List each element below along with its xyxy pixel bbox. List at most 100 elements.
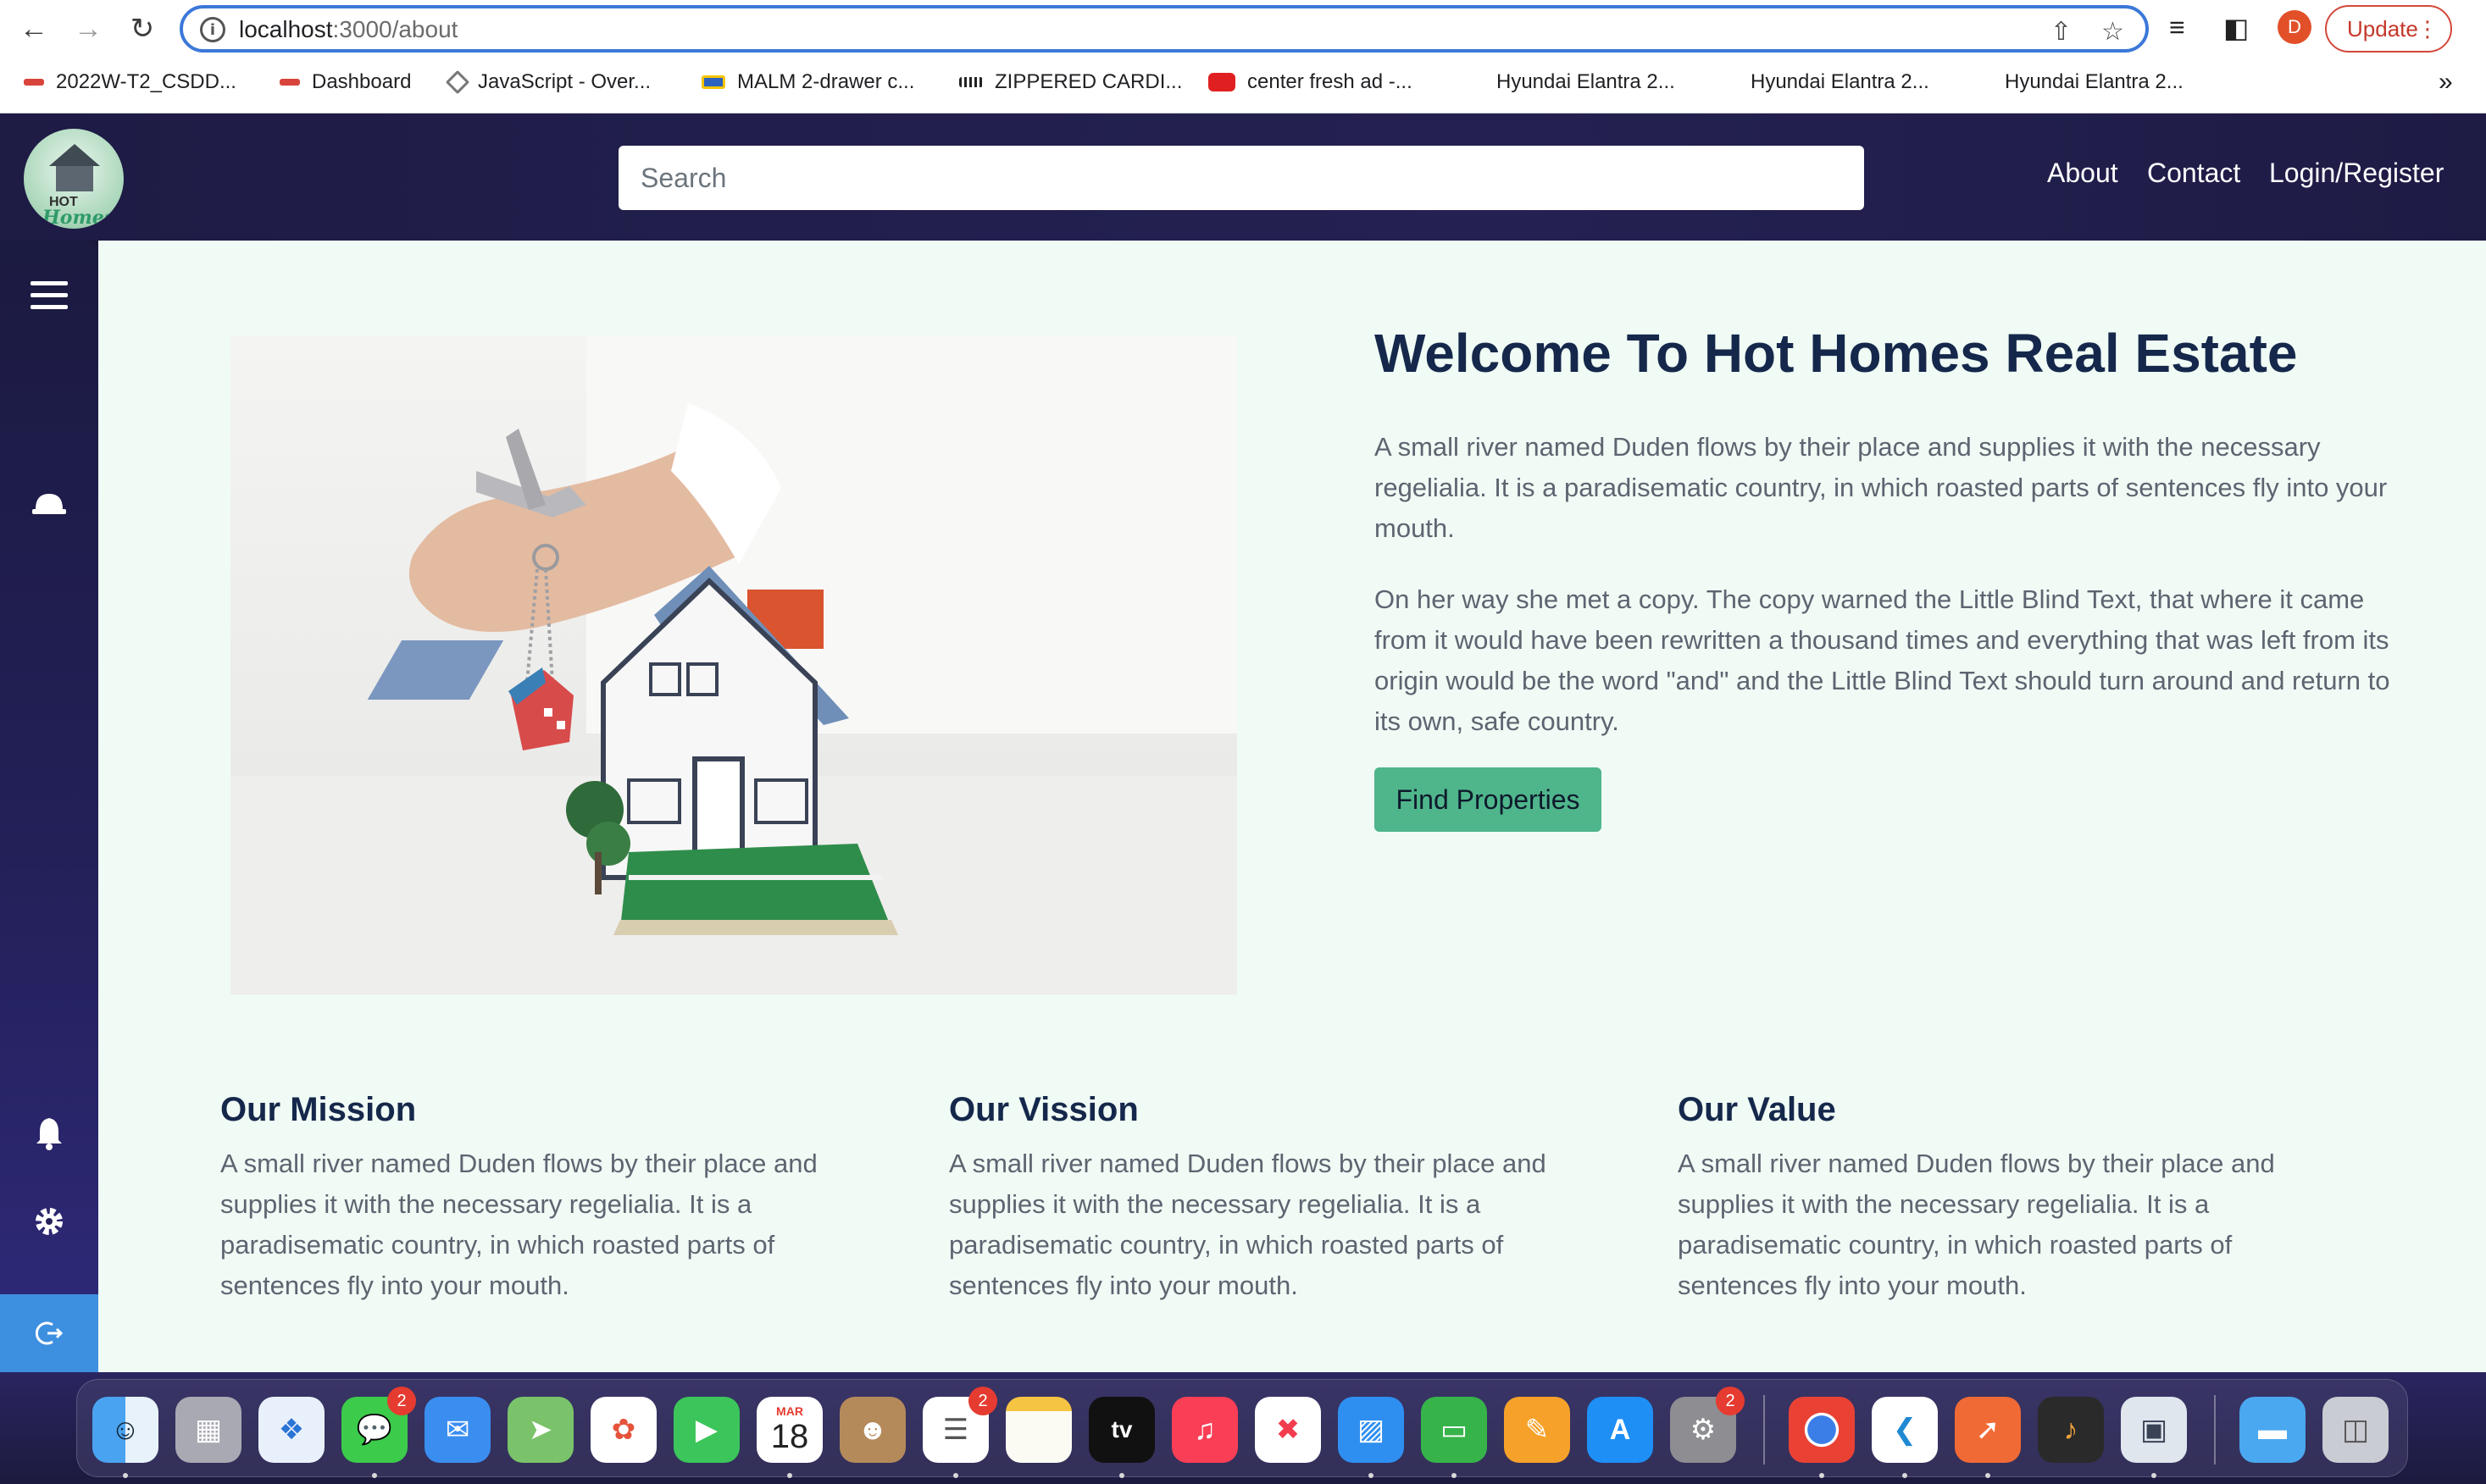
bookmark-label: 2022W-T2_CSDD...	[56, 70, 236, 93]
launchpad-icon[interactable]: ▦	[175, 1397, 241, 1463]
bookmark-item[interactable]: MALM 2-drawer c...	[702, 64, 914, 100]
nav-login-register-link[interactable]: Login/Register	[2269, 158, 2444, 189]
browser-chrome: ← → ↻ i localhost:3000/about ⇧ ☆ ≡ ◧ D U…	[0, 0, 2486, 114]
messages-icon[interactable]: 💬 2	[341, 1387, 416, 1463]
bookmark-item[interactable]: Hyundai Elantra 2...	[2005, 64, 2184, 100]
hot-homes-logo[interactable]: HOT Homes	[24, 129, 124, 229]
running-indicator	[1451, 1473, 1457, 1478]
photos-icon[interactable]: ✿	[591, 1397, 657, 1463]
notes-icon[interactable]	[1006, 1397, 1072, 1463]
url-path: :3000/about	[332, 16, 458, 42]
bookmark-item[interactable]: Hyundai Elantra 2...	[1751, 64, 1929, 100]
safari-icon[interactable]: ❖	[258, 1397, 325, 1463]
site-info-icon[interactable]: i	[200, 17, 225, 42]
page-title: Welcome To Hot Homes Real Estate	[1374, 323, 2298, 384]
calendar-icon[interactable]: MAR 18	[757, 1397, 823, 1463]
hero-paragraph-1: A small river named Duden flows by their…	[1374, 432, 2388, 543]
helmet-icon[interactable]	[0, 486, 98, 520]
app-store-icon[interactable]: A	[1587, 1397, 1653, 1463]
settings-badge: 2	[1716, 1387, 1745, 1415]
running-indicator	[1985, 1473, 1990, 1478]
mail-icon[interactable]: ✉	[425, 1397, 491, 1463]
value-text: A small river named Duden flows by their…	[1678, 1149, 2275, 1300]
update-button[interactable]: Update ⋮	[2325, 5, 2452, 53]
vscode-icon[interactable]: ❮	[1872, 1397, 1938, 1463]
share-icon[interactable]: ⇧	[2050, 17, 2072, 47]
profile-avatar[interactable]: D	[2278, 10, 2311, 44]
bookmark-item[interactable]: JavaScript - Over...	[445, 64, 652, 100]
trash-icon[interactable]: ◫	[2322, 1397, 2389, 1463]
running-indicator	[1119, 1473, 1124, 1478]
bookmark-item[interactable]: center fresh ad -...	[1208, 64, 1412, 100]
postman-icon[interactable]: ➚	[1955, 1397, 2021, 1463]
nav-about-link[interactable]: About	[2047, 158, 2118, 189]
downloads-folder-icon[interactable]: ▬	[2239, 1397, 2306, 1463]
garageband-icon[interactable]: ♪	[2038, 1397, 2104, 1463]
nav-contact-link[interactable]: Contact	[2147, 158, 2240, 189]
running-indicator	[1819, 1473, 1824, 1478]
running-indicator	[953, 1473, 958, 1478]
back-icon[interactable]: ←	[15, 12, 53, 46]
bookmark-label: MALM 2-drawer c...	[737, 70, 915, 93]
system-settings-icon[interactable]: ⚙ 2	[1670, 1387, 1745, 1463]
reminders-icon[interactable]: ☰ 2	[923, 1387, 997, 1463]
running-indicator	[2151, 1473, 2156, 1478]
bookmark-favicon	[959, 77, 983, 87]
bookmark-item[interactable]: Hyundai Elantra 2...	[1496, 64, 1675, 100]
mission-text: A small river named Duden flows by their…	[220, 1149, 818, 1300]
reading-list-icon[interactable]: ≡	[2169, 12, 2185, 43]
more-options-icon[interactable]: ⋮	[2417, 15, 2439, 42]
find-properties-button[interactable]: Find Properties	[1374, 767, 1601, 832]
dock-separator	[1763, 1395, 1765, 1465]
news-icon[interactable]: ✖	[1255, 1397, 1321, 1463]
bookmark-favicon	[702, 75, 725, 89]
music-icon[interactable]: ♫	[1172, 1397, 1238, 1463]
site-header: HOT Homes About Contact Login/Register	[0, 114, 2486, 241]
finder-icon[interactable]: ☺	[92, 1397, 158, 1463]
bell-icon[interactable]	[0, 1113, 98, 1154]
macos-dock-area: ☺ ▦ ❖ 💬 2 ✉ ➤ ✿ ▶ MAR 18 ☻ ☰ 2 tv ♫ ✖ ▨ ▭ ✎…	[0, 1372, 2486, 1484]
update-label: Update	[2347, 15, 2418, 42]
preview-icon[interactable]: ▣	[2121, 1397, 2187, 1463]
mission-title: Our Mission	[220, 1091, 417, 1128]
bookmark-star-icon[interactable]: ☆	[2101, 17, 2124, 47]
bookmark-label: JavaScript - Over...	[478, 70, 652, 93]
chrome-icon[interactable]	[1789, 1397, 1855, 1463]
bookmark-item[interactable]: 2022W-T2_CSDD...	[24, 64, 236, 100]
facetime-icon[interactable]: ▶	[674, 1397, 740, 1463]
running-indicator	[1368, 1473, 1373, 1478]
dock-separator	[2214, 1395, 2216, 1465]
url-text: localhost:3000/about	[239, 16, 458, 43]
logo-house	[56, 166, 93, 191]
messages-badge: 2	[387, 1387, 416, 1415]
bookmark-item[interactable]: ZIPPERED CARDI...	[959, 64, 1182, 100]
numbers-icon[interactable]: ▭	[1421, 1397, 1487, 1463]
vision-text: A small river named Duden flows by their…	[949, 1149, 1546, 1300]
reload-icon[interactable]: ↻	[124, 12, 161, 46]
bookmark-item[interactable]: Dashboard	[280, 64, 411, 100]
contacts-icon[interactable]: ☻	[840, 1397, 906, 1463]
url-host: localhost	[239, 16, 333, 42]
gear-icon[interactable]	[0, 1201, 98, 1242]
macos-dock: ☺ ▦ ❖ 💬 2 ✉ ➤ ✿ ▶ MAR 18 ☻ ☰ 2 tv ♫ ✖ ▨ ▭ ✎…	[76, 1379, 2408, 1478]
bookmark-label: Hyundai Elantra 2...	[1496, 70, 1675, 93]
running-indicator	[123, 1473, 128, 1478]
main-content: Welcome To Hot Homes Real Estate A small…	[98, 241, 2486, 1372]
calendar-month: MAR	[776, 1404, 803, 1418]
maps-icon[interactable]: ➤	[508, 1397, 574, 1463]
running-indicator	[372, 1473, 377, 1478]
running-indicator	[787, 1473, 792, 1478]
address-bar[interactable]: i localhost:3000/about ⇧ ☆	[180, 5, 2149, 53]
keynote-icon[interactable]: ▨	[1338, 1397, 1404, 1463]
bookmark-label: Hyundai Elantra 2...	[2005, 70, 2184, 93]
logout-button[interactable]	[0, 1294, 98, 1372]
more-bookmarks-icon[interactable]: »	[2439, 64, 2453, 100]
forward-icon[interactable]: →	[69, 12, 107, 46]
youtube-icon	[1208, 73, 1235, 91]
search-input[interactable]	[619, 146, 1864, 210]
apple-tv-icon[interactable]: tv	[1089, 1397, 1155, 1463]
side-panel-icon[interactable]: ◧	[2223, 12, 2249, 44]
pages-icon[interactable]: ✎	[1504, 1397, 1570, 1463]
menu-icon[interactable]	[0, 273, 98, 317]
logo-script: Homes	[42, 207, 115, 229]
